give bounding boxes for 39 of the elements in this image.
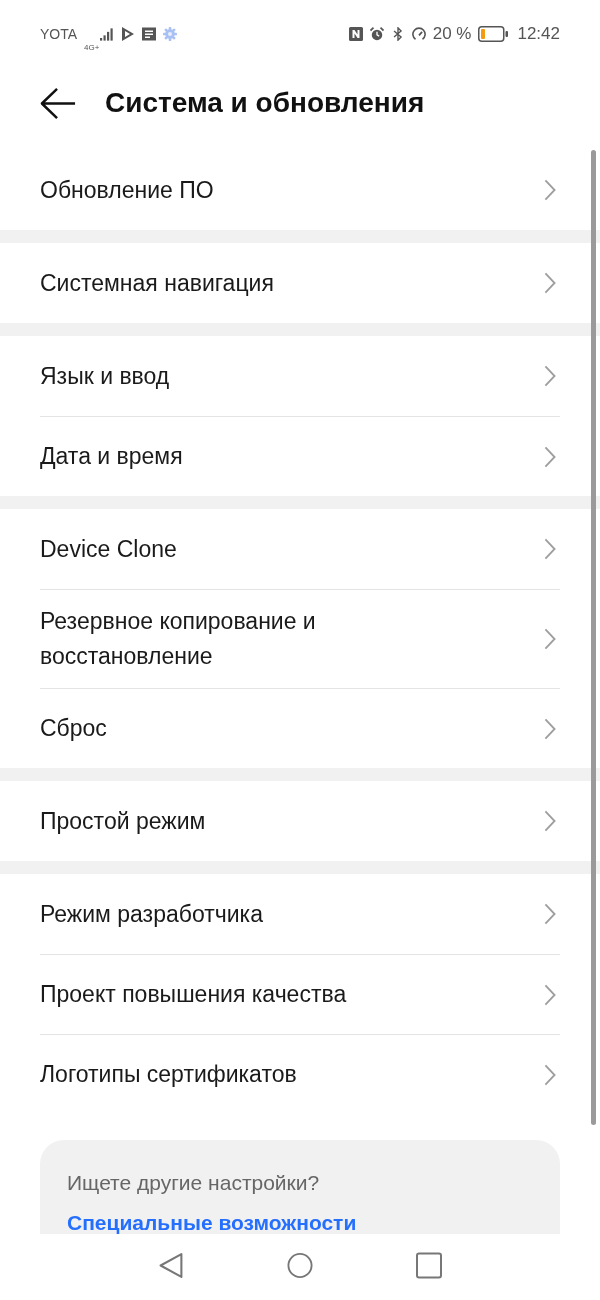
play-icon — [121, 27, 136, 41]
chevron-right-icon — [544, 365, 556, 387]
chevron-right-icon — [544, 445, 556, 468]
recents-icon[interactable] — [416, 1251, 442, 1279]
alarm-icon — [369, 27, 384, 41]
chevron-right-icon — [544, 983, 556, 1006]
settings-item[interactable]: Device Clone — [40, 509, 560, 589]
carrier-name: YOTA — [40, 26, 78, 42]
chevron-right-icon — [544, 538, 556, 560]
chevron-right-icon — [544, 272, 556, 294]
network-type: 4G+ — [84, 42, 100, 52]
chevron-right-icon — [544, 717, 556, 740]
chevron-right-icon — [544, 903, 556, 925]
battery-percent: 20 % — [432, 24, 472, 44]
settings-item[interactable]: Логотипы сертификатов — [40, 1034, 560, 1114]
page-title: Система и обновления — [105, 87, 425, 119]
chevron-right-icon — [544, 628, 556, 650]
gear-icon — [163, 27, 178, 41]
battery-icon — [478, 26, 509, 42]
clock-time: 12:42 — [517, 24, 560, 44]
accessibility-link[interactable]: Специальные возможности — [67, 1210, 357, 1236]
settings-item[interactable]: Язык и ввод — [40, 336, 560, 416]
back-icon[interactable] — [158, 1251, 184, 1279]
speedometer-icon — [411, 27, 426, 41]
chevron-right-icon — [544, 1063, 556, 1086]
message-icon — [142, 27, 157, 41]
settings-item[interactable]: Проект повышения качества — [40, 954, 560, 1034]
card-title: Ищете другие настройки? — [67, 1170, 320, 1196]
settings-item[interactable]: Обновление ПО — [40, 150, 560, 230]
signal-icon — [100, 27, 115, 41]
settings-item[interactable]: Резервное копирование и восстановление — [40, 589, 560, 688]
settings-item[interactable]: Системная навигация — [40, 243, 560, 323]
chevron-right-icon — [544, 810, 556, 832]
settings-item[interactable]: Режим разработчика — [40, 874, 560, 954]
nfc-icon — [348, 27, 363, 41]
settings-item[interactable]: Простой режим — [40, 781, 560, 861]
home-icon[interactable] — [287, 1251, 313, 1279]
chevron-right-icon — [544, 179, 556, 201]
back-arrow-icon[interactable] — [40, 86, 76, 120]
